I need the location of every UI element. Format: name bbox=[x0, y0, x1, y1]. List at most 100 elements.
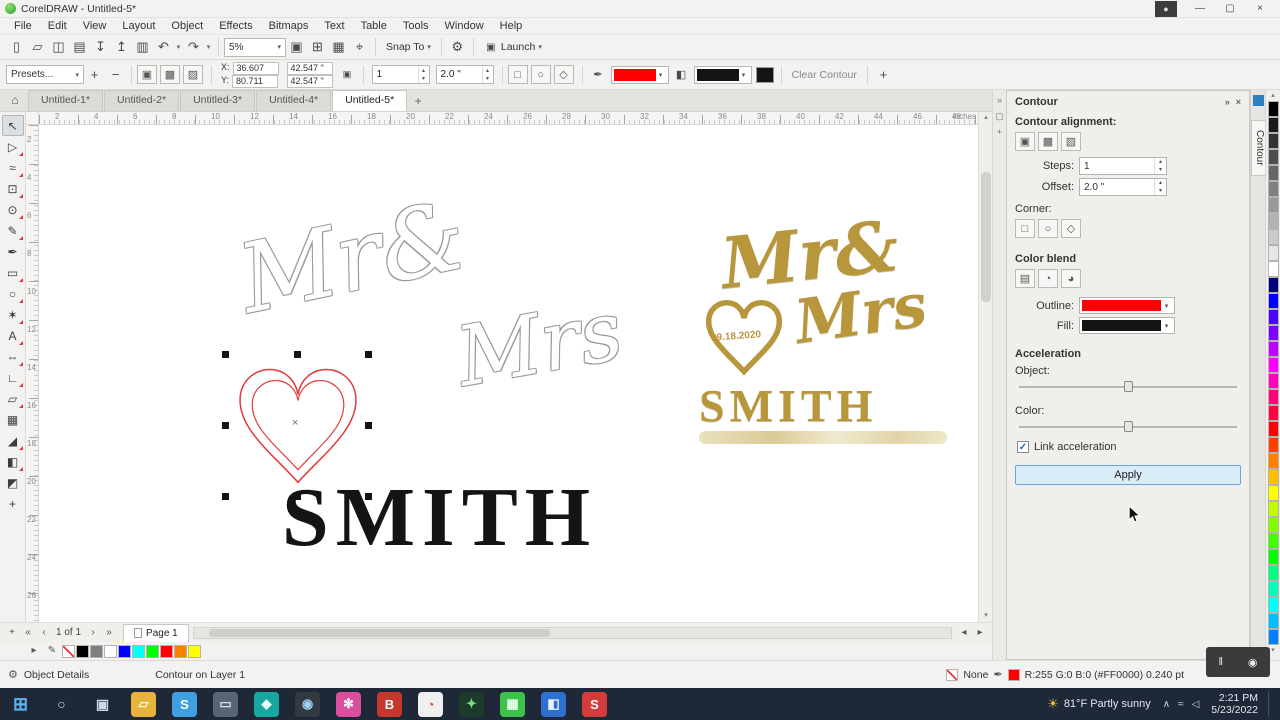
tray-chevron-icon[interactable]: ∧ bbox=[1163, 699, 1170, 710]
mrs-outline-text[interactable]: Mrs bbox=[450, 283, 629, 405]
selection-handle[interactable] bbox=[365, 351, 372, 358]
crop-tool[interactable]: ⊡ bbox=[2, 178, 24, 199]
palette-swatch[interactable] bbox=[1267, 261, 1279, 277]
docker-tab-icon[interactable] bbox=[1252, 95, 1264, 106]
palette-flyout-icon[interactable]: ▸ bbox=[26, 643, 42, 659]
taskbar-app-9[interactable]: ▦ bbox=[500, 691, 525, 717]
palette-swatch[interactable] bbox=[1267, 293, 1279, 309]
drawing-canvas[interactable]: Mr& Mrs × SMITH Mr& 09.18.2020 Mrs SMITH bbox=[39, 125, 978, 622]
close-button[interactable]: × bbox=[1245, 0, 1275, 18]
spin-down-icon[interactable]: ▾ bbox=[1155, 187, 1166, 195]
horizontal-scroll-thumb[interactable] bbox=[208, 628, 550, 637]
bevel-corner-icon[interactable]: ◇ bbox=[553, 65, 574, 84]
palette-swatch[interactable] bbox=[1267, 373, 1279, 389]
mitered-corner-icon[interactable]: □ bbox=[507, 65, 528, 84]
menu-tools[interactable]: Tools bbox=[395, 19, 437, 33]
menu-edit[interactable]: Edit bbox=[40, 19, 75, 33]
taskbar-app-1[interactable]: S bbox=[172, 691, 197, 717]
vertical-ruler[interactable]: 2 4 6 8 10 12 14 16 18 20 22 24 26 bbox=[26, 125, 39, 622]
taskbar-app-7[interactable]: ◔ bbox=[418, 691, 443, 717]
palette-swatch[interactable] bbox=[1267, 341, 1279, 357]
zoom-level-select[interactable]: 5% ▾ bbox=[224, 37, 286, 57]
docker-float-icon[interactable]: » bbox=[1225, 97, 1230, 107]
next-page-button[interactable]: › bbox=[85, 625, 101, 641]
palette-swatch[interactable] bbox=[188, 644, 201, 658]
contour-steps-field[interactable]: 1 ▴ ▾ bbox=[371, 65, 430, 84]
freehand-tool[interactable]: ✎ bbox=[2, 220, 24, 241]
delete-preset-button[interactable]: − bbox=[105, 65, 126, 85]
inside-contour-icon[interactable]: ▩ bbox=[1038, 132, 1058, 151]
palette-swatch[interactable] bbox=[1267, 117, 1279, 133]
document-tab-4[interactable]: Untitled-4* bbox=[256, 90, 332, 111]
palette-swatch[interactable] bbox=[1267, 357, 1279, 373]
object-height-field[interactable]: 42.547 " bbox=[286, 74, 333, 88]
spin-down-icon[interactable]: ▾ bbox=[1155, 166, 1166, 174]
minimize-button[interactable]: — bbox=[1185, 0, 1215, 18]
menu-window[interactable]: Window bbox=[437, 19, 492, 33]
selection-handle[interactable] bbox=[222, 493, 229, 500]
palette-scroll-down-icon[interactable]: ▾ bbox=[1271, 645, 1275, 656]
snap-to-dropdown[interactable]: Snap To ▾ bbox=[381, 40, 436, 54]
palette-swatch[interactable] bbox=[1267, 165, 1279, 181]
last-fill-swatch[interactable] bbox=[755, 66, 774, 83]
scroll-down-icon[interactable]: ▾ bbox=[979, 610, 993, 622]
page-1-tab[interactable]: Page 1 bbox=[123, 623, 189, 642]
document-tab-5[interactable]: Untitled-5* bbox=[332, 90, 408, 111]
object-details-gear-icon[interactable]: ⚙ bbox=[8, 668, 18, 681]
linear-blend-icon[interactable]: ▤ bbox=[1015, 269, 1035, 288]
round-corner-icon[interactable]: ○ bbox=[1038, 219, 1058, 238]
rectangle-tool[interactable]: ▭ bbox=[2, 262, 24, 283]
taskbar-app-4[interactable]: ◉ bbox=[295, 691, 320, 717]
taskbar-app-3[interactable]: ◆ bbox=[254, 691, 279, 717]
selection-handle[interactable] bbox=[222, 351, 229, 358]
tray-volume-icon[interactable]: ◁ bbox=[1192, 699, 1200, 710]
taskbar-clock[interactable]: 2:21 PM 5/23/2022 bbox=[1211, 692, 1258, 716]
palette-swatch[interactable] bbox=[1267, 469, 1279, 485]
new-document-tab-button[interactable]: + bbox=[408, 91, 428, 111]
shape-tool[interactable]: ▷ bbox=[2, 136, 24, 157]
account-icon[interactable]: ● bbox=[1155, 0, 1177, 17]
horizontal-ruler[interactable]: inches 2 4 6 8 10 12 14 16 18 20 22 24 26 28 30 32 34 36 3… bbox=[39, 112, 978, 125]
vertical-scroll-thumb[interactable] bbox=[981, 172, 991, 302]
eyedropper-tool[interactable]: ◢ bbox=[2, 430, 24, 451]
horizontal-scrollbar[interactable] bbox=[192, 626, 952, 639]
palette-swatch[interactable] bbox=[1267, 133, 1279, 149]
apply-button[interactable]: Apply bbox=[1015, 465, 1241, 485]
text-tool[interactable]: A bbox=[2, 325, 24, 346]
import-icon[interactable]: ↧ bbox=[90, 37, 111, 57]
artistic-media-tool[interactable]: ✒ bbox=[2, 241, 24, 262]
scroll-left-button[interactable]: ◂ bbox=[956, 625, 972, 641]
to-center-icon[interactable]: ▣ bbox=[137, 65, 157, 84]
document-tab-3[interactable]: Untitled-3* bbox=[180, 90, 256, 111]
taskbar-app-11[interactable]: S bbox=[582, 691, 607, 717]
smith-text[interactable]: SMITH bbox=[282, 469, 597, 566]
scroll-right-button[interactable]: ▸ bbox=[972, 625, 988, 641]
palette-swatch[interactable] bbox=[1267, 485, 1279, 501]
palette-swatch[interactable] bbox=[1267, 581, 1279, 597]
palette-swatch[interactable] bbox=[118, 644, 131, 658]
weather-widget[interactable]: ☀ 81°F Partly sunny bbox=[1047, 696, 1151, 712]
palette-swatch[interactable] bbox=[104, 644, 117, 658]
palette-swatch[interactable] bbox=[1267, 101, 1279, 117]
task-view-button[interactable]: ▣ bbox=[90, 692, 115, 717]
palette-swatch[interactable] bbox=[1267, 437, 1279, 453]
offset-input[interactable]: 2.0 " ▴ ▾ bbox=[1079, 178, 1167, 196]
palette-swatch[interactable] bbox=[1267, 277, 1279, 293]
show-grid-icon[interactable]: ▦ bbox=[328, 37, 349, 57]
palette-swatch[interactable] bbox=[146, 644, 159, 658]
presets-dropdown[interactable]: Presets... ▾ bbox=[6, 65, 84, 84]
copy-contour-properties-button[interactable]: + bbox=[873, 65, 894, 85]
menu-view[interactable]: View bbox=[75, 19, 115, 33]
object-details-label[interactable]: Object Details bbox=[24, 669, 89, 681]
smooth-tool[interactable]: ≈ bbox=[2, 157, 24, 178]
y-position-field[interactable]: 80.711 bbox=[232, 74, 279, 88]
redo-icon[interactable]: ↷ bbox=[183, 37, 204, 57]
pause-button[interactable]: ‖ bbox=[1218, 656, 1223, 668]
contour-to-center-icon[interactable]: ▣ bbox=[1015, 132, 1035, 151]
palette-swatch[interactable] bbox=[132, 644, 145, 658]
screenshot-button[interactable]: ◉ bbox=[1248, 656, 1258, 669]
clear-contour-button[interactable]: Clear Contour bbox=[787, 68, 862, 82]
palette-swatch[interactable] bbox=[1267, 501, 1279, 517]
menu-layout[interactable]: Layout bbox=[114, 19, 163, 33]
taskbar-app-5[interactable]: ✻ bbox=[336, 691, 361, 717]
